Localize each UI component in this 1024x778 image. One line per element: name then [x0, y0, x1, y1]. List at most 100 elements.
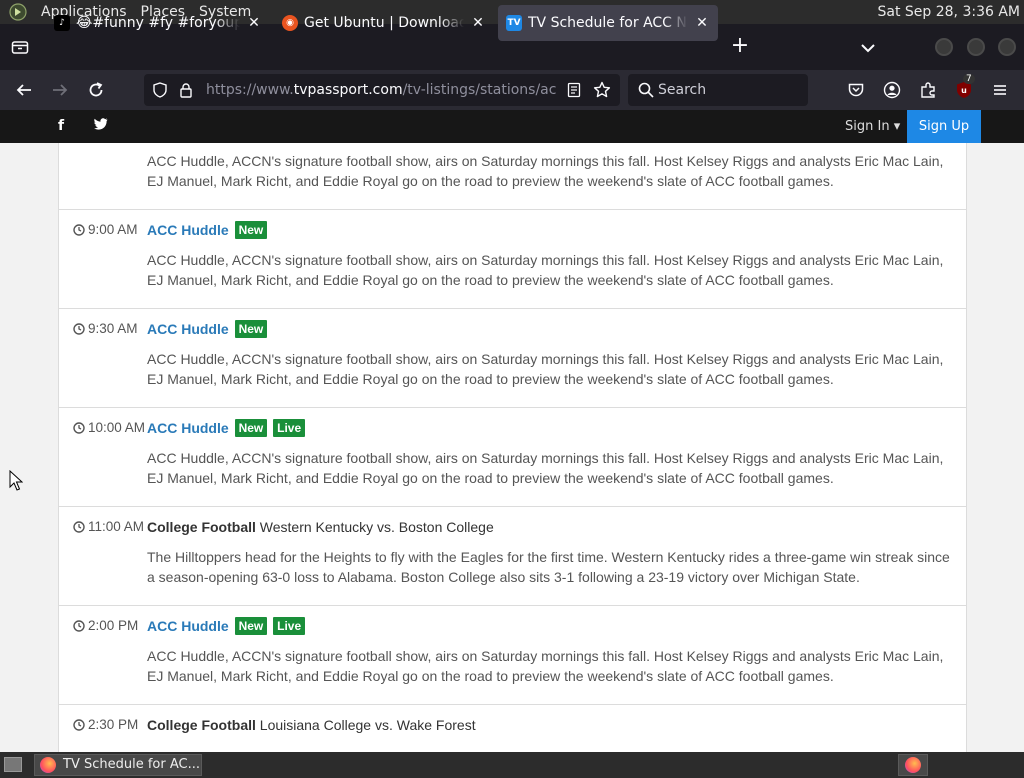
search-bar[interactable]	[628, 74, 808, 106]
close-tab-icon[interactable]: ✕	[246, 15, 262, 31]
url-domain: tvpassport.com	[293, 82, 403, 98]
tab-title: Get Ubuntu | Download | Ubuntu	[304, 15, 464, 31]
page-content: ACC Huddle, ACCN's signature football sh…	[0, 143, 1024, 752]
listing-body: ACC Huddle New Live ACC Huddle, ACCN's si…	[147, 408, 966, 506]
tab-tiktok[interactable]: ♪ 😂#funny #fy #foryoupage ✕	[46, 5, 270, 41]
listing-body: ACC Huddle, ACCN's signature football sh…	[147, 143, 966, 209]
bookmark-star-icon[interactable]	[593, 81, 611, 103]
listing-heading: College Football Western Kentucky vs. Bo…	[147, 517, 952, 537]
listing-row: ACC Huddle, ACCN's signature football sh…	[59, 143, 966, 210]
show-desktop-icon[interactable]	[4, 757, 22, 772]
url-text[interactable]: https://www.tvpassport.com/tv-listings/s…	[206, 74, 556, 106]
show-title-link[interactable]: ACC Huddle	[147, 321, 229, 337]
listing-row: 10:00 AM ACC Huddle New Live ACC Huddle, A…	[59, 408, 966, 507]
site-header: f Sign In ▾ Sign Up	[0, 110, 1024, 143]
sign-up-button[interactable]: Sign Up	[907, 110, 981, 143]
listing-time-text: 9:00 AM	[88, 222, 138, 237]
listing-description: ACC Huddle, ACCN's signature football sh…	[147, 450, 944, 486]
mouse-pointer-icon	[9, 469, 24, 496]
maximize-window-button[interactable]	[967, 38, 985, 56]
new-badge: New	[234, 617, 268, 635]
episode-title: Louisiana College vs. Wake Forest	[259, 717, 476, 733]
back-arrow-icon[interactable]	[12, 78, 36, 102]
close-tab-icon[interactable]: ✕	[470, 15, 486, 31]
listing-heading: ACC Huddle New Live	[147, 418, 952, 438]
listing-time-text: 11:00 AM	[88, 519, 145, 534]
tiktok-icon: ♪	[54, 15, 70, 31]
extensions-puzzle-icon[interactable]	[916, 78, 940, 102]
hamburger-menu-icon[interactable]	[988, 78, 1012, 102]
listing-time-text: 10:00 AM	[88, 420, 146, 435]
taskbar-window-title: TV Schedule for AC...	[63, 757, 200, 772]
gnome-foot-icon[interactable]	[8, 2, 28, 22]
listing-row: 2:00 PM ACC Huddle New Live ACC Huddle, AC…	[59, 606, 966, 705]
listing-heading: ACC Huddle New	[147, 319, 952, 339]
twitter-icon[interactable]	[93, 118, 109, 134]
listing-body: ACC Huddle New Live ACC Huddle, ACCN's si…	[147, 606, 966, 704]
close-tab-icon[interactable]: ✕	[694, 15, 710, 31]
show-title-link[interactable]: ACC Huddle	[147, 222, 229, 238]
svg-text:u: u	[961, 86, 967, 95]
listing-time: 2:00 PM	[73, 616, 147, 638]
tab-tv-schedule[interactable]: TV TV Schedule for ACC Network ✕	[498, 5, 718, 41]
tab-title: TV Schedule for ACC Network	[528, 15, 688, 31]
live-badge: Live	[273, 419, 306, 437]
close-window-button[interactable]	[998, 38, 1016, 56]
episode-title: Western Kentucky vs. Boston College	[259, 519, 494, 535]
tab-ubuntu[interactable]: ◉ Get Ubuntu | Download | Ubuntu ✕	[274, 5, 494, 41]
listing-time-text: 2:30 PM	[88, 717, 139, 732]
listing-body: ACC Huddle New ACC Huddle, ACCN's signatu…	[147, 309, 966, 407]
listing-description: ACC Huddle, ACCN's signature football sh…	[147, 648, 944, 684]
taskbar-window-button[interactable]: TV Schedule for AC...	[34, 754, 202, 776]
listing-description: ACC Huddle, ACCN's signature football sh…	[147, 153, 944, 189]
pocket-icon[interactable]	[844, 78, 868, 102]
url-path: /tv-listings/stations/acc-network	[402, 82, 556, 98]
search-input[interactable]	[658, 74, 798, 106]
clock-icon	[73, 519, 85, 539]
clock-icon	[73, 222, 85, 242]
new-badge: New	[234, 419, 268, 437]
sign-in-dropdown[interactable]: Sign In ▾	[845, 110, 900, 143]
listing-heading: ACC Huddle New Live	[147, 616, 952, 636]
listing-heading: ACC Huddle New	[147, 220, 952, 240]
workspace-switcher[interactable]	[898, 754, 928, 776]
listing-time: 9:30 AM	[73, 319, 147, 341]
reader-view-icon[interactable]	[567, 82, 581, 102]
facebook-icon[interactable]: f	[53, 118, 69, 134]
minimize-window-button[interactable]	[935, 38, 953, 56]
tab-title: 😂#funny #fy #foryoupage	[76, 15, 240, 31]
new-tab-plus-icon[interactable]: +	[728, 35, 752, 59]
firefox-icon	[40, 757, 56, 773]
listing-time-text: 2:00 PM	[88, 618, 139, 633]
listing-row: 11:00 AM College Football Western Kentuck…	[59, 507, 966, 606]
tvpassport-icon: TV	[506, 15, 522, 31]
show-title-link[interactable]: ACC Huddle	[147, 618, 229, 634]
firefox-view-icon[interactable]	[0, 24, 40, 70]
account-icon[interactable]	[880, 78, 904, 102]
new-badge: New	[234, 221, 268, 239]
lock-icon[interactable]	[179, 82, 193, 102]
show-title-link[interactable]: ACC Huddle	[147, 420, 229, 436]
panel-clock[interactable]: Sat Sep 28, 3:36 AM	[877, 0, 1020, 24]
listing-body: College Football Louisiana College vs. W…	[147, 705, 966, 752]
show-title: College Football	[147, 717, 256, 733]
listing-body: College Football Western Kentucky vs. Bo…	[147, 507, 966, 605]
list-all-tabs-chevron-icon[interactable]	[856, 36, 880, 60]
listing-time: 11:00 AM	[73, 517, 147, 539]
extension-badge-count: 7	[963, 74, 975, 84]
address-bar[interactable]: https://www.tvpassport.com/tv-listings/s…	[144, 74, 620, 106]
listing-heading: College Football Louisiana College vs. W…	[147, 715, 952, 735]
reload-icon[interactable]	[84, 78, 108, 102]
forward-arrow-icon[interactable]	[48, 78, 72, 102]
new-badge: New	[234, 320, 268, 338]
listing-time-text: 9:30 AM	[88, 321, 138, 336]
clock-icon	[73, 420, 85, 440]
ubuntu-icon: ◉	[282, 15, 298, 31]
url-prefix: https://www.	[206, 82, 294, 98]
listing-time: 9:00 AM	[73, 220, 147, 242]
tracking-protection-shield-icon[interactable]	[152, 82, 168, 102]
listing-description: ACC Huddle, ACCN's signature football sh…	[147, 252, 944, 288]
listing-description: The Hilltoppers head for the Heights to …	[147, 549, 950, 585]
clock-icon	[73, 618, 85, 638]
listing-time: 2:30 PM	[73, 715, 147, 737]
